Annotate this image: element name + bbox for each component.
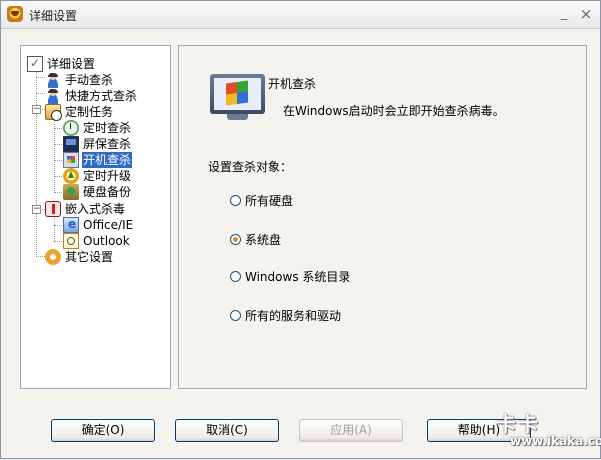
office-ie-icon [63, 217, 79, 233]
tree-item-label: 定时查杀 [83, 121, 132, 135]
section-title: 开机查杀 [268, 77, 317, 91]
tree-item-label: 其它设置 [65, 250, 114, 264]
collapse-toggle[interactable]: − [32, 105, 41, 114]
tree-item-other-settings[interactable]: 其它设置 [45, 249, 114, 265]
tree-item-shortcut-scan[interactable]: 快捷方式查杀 [45, 88, 138, 104]
tree-item-scheduled-upgrade[interactable]: 定时升级 [63, 168, 132, 184]
tree-item-outlook[interactable]: Outlook [63, 233, 131, 249]
window-title: 详细设置 [29, 9, 78, 23]
radio-label: 所有的服务和驱动 [245, 308, 342, 323]
tree-connector [36, 256, 45, 257]
tree-item-label: 屏保查杀 [83, 137, 132, 151]
radio-circle[interactable] [230, 270, 241, 282]
radio-system-disk[interactable]: 系统盘 [230, 231, 281, 247]
tree-item-label: 定制任务 [65, 105, 114, 119]
tree-item-detailed-settings[interactable]: 详细设置 [27, 56, 96, 72]
collapse-toggle[interactable]: − [32, 205, 41, 214]
tree-item-scheduled-scan[interactable]: 定时查杀 [63, 120, 132, 136]
settings-dialog: 详细设置 _ × − − 详细设置 手动查杀 快捷方式查 [0, 0, 601, 459]
tree-item-label: 详细设置 [47, 57, 96, 71]
other-settings-icon [45, 249, 61, 265]
tree-connector [36, 93, 45, 94]
person-scan-icon [45, 72, 61, 88]
close-button[interactable]: × [577, 5, 595, 23]
tree-item-label: Office/IE [83, 218, 134, 232]
tree-item-manual-scan[interactable]: 手动查杀 [45, 72, 114, 88]
tree-item-disk-backup[interactable]: 硬盘备份 [63, 184, 132, 200]
tree-item-label: 嵌入式杀毒 [65, 202, 126, 216]
tree-item-label: 开机查杀 [82, 152, 133, 168]
radio-circle[interactable] [230, 194, 241, 206]
tree-item-label: 手动查杀 [65, 73, 114, 87]
tree-item-office-ie[interactable]: Office/IE [63, 217, 134, 233]
radio-label: 所有硬盘 [245, 193, 294, 208]
tree-connector [54, 225, 62, 226]
clock-icon [63, 120, 79, 136]
disk-backup-icon [63, 184, 79, 200]
apply-button[interactable]: 应用(A) [299, 419, 403, 442]
tree-connector [54, 241, 62, 242]
radio-label: 系统盘 [245, 232, 282, 247]
embedded-av-icon [45, 201, 61, 217]
settings-checklist-icon [27, 56, 43, 72]
help-button[interactable]: 帮助(H) [427, 419, 531, 442]
radio-label: Windows 系统目录 [245, 269, 351, 284]
tree-connector [54, 160, 62, 161]
tree-item-embedded-antivirus[interactable]: 嵌入式杀毒 [45, 201, 126, 217]
tree-item-label: Outlook [83, 234, 130, 248]
settings-tree[interactable]: − − 详细设置 手动查杀 快捷方式查杀 定制任务 定时查杀 屏保查杀 开机查 [20, 45, 171, 389]
tree-connector [54, 118, 55, 193]
outlook-icon [63, 233, 79, 249]
scan-target-label: 设置查杀对象： [208, 160, 293, 174]
radio-circle-selected[interactable] [230, 233, 241, 245]
title-bar[interactable]: 详细设置 _ × [1, 1, 600, 29]
cancel-button[interactable]: 取消(C) [175, 419, 279, 442]
radio-all-disks[interactable]: 所有硬盘 [230, 192, 293, 208]
ok-button[interactable]: 确定(O) [51, 419, 155, 442]
tree-item-label: 硬盘备份 [83, 185, 132, 199]
tree-connector [54, 192, 62, 193]
boot-scan-icon [63, 152, 79, 168]
section-description: 在Windows启动时会立即开始查杀病毒。 [283, 104, 505, 118]
person-shortcut-icon [45, 88, 61, 104]
tree-connector [54, 128, 62, 129]
tree-item-label: 快捷方式查杀 [65, 89, 138, 103]
screensaver-icon [63, 136, 79, 152]
tree-connector [54, 144, 62, 145]
boot-scan-panel: 开机查杀 在Windows启动时会立即开始查杀病毒。 设置查杀对象： 所有硬盘 … [178, 45, 587, 389]
tree-item-screensaver-scan[interactable]: 屏保查杀 [63, 136, 132, 152]
minimize-button[interactable]: _ [555, 5, 573, 23]
tree-connector [36, 70, 37, 257]
radio-services-drivers[interactable]: 所有的服务和驱动 [230, 307, 341, 323]
radio-circle[interactable] [230, 309, 241, 321]
boot-scan-monitor-icon [210, 74, 265, 122]
radio-windows-dir[interactable]: Windows 系统目录 [230, 268, 350, 284]
tree-connector [36, 77, 45, 78]
custom-task-icon [45, 104, 62, 121]
tree-item-boot-scan[interactable]: 开机查杀 [63, 152, 133, 168]
tree-connector [54, 176, 62, 177]
tree-connector [54, 218, 55, 241]
app-logo-icon [7, 6, 23, 22]
tree-item-label: 定时升级 [83, 169, 132, 183]
tree-item-custom-tasks[interactable]: 定制任务 [45, 104, 114, 121]
upgrade-icon [63, 168, 79, 184]
